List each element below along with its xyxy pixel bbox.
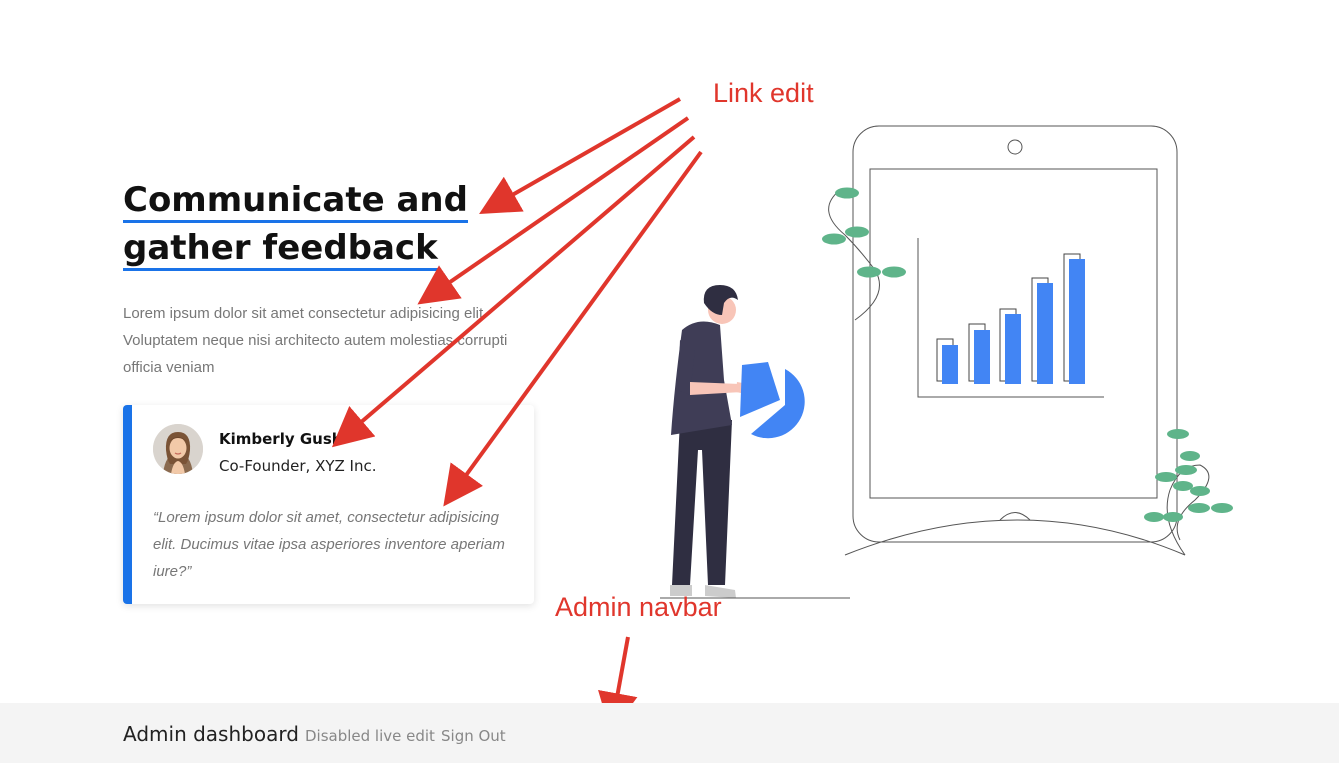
- avatar-photo-icon: [153, 424, 203, 474]
- testimonial-role: Co-Founder, XYZ Inc.: [219, 457, 377, 475]
- hero-lead-text[interactable]: Lorem ipsum dolor sit amet consectetur a…: [123, 300, 523, 381]
- testimonial-name[interactable]: Kimberly Gush: [219, 430, 342, 448]
- annotation-label-admin-navbar: Admin navbar: [555, 592, 722, 622]
- admin-navbar: Admin dashboard Disabled live edit Sign …: [0, 703, 1339, 763]
- pie-chart-icon: [740, 362, 805, 439]
- hero-illustration: [660, 125, 1233, 599]
- hero-title-line-2[interactable]: gather feedback: [123, 228, 438, 271]
- annotation-label-link-edit: Link edit: [713, 78, 814, 108]
- live-edit-toggle[interactable]: Disabled live edit: [305, 727, 435, 745]
- avatar: [153, 424, 203, 474]
- testimonial-quote[interactable]: “Lorem ipsum dolor sit amet, consectetur…: [153, 504, 523, 585]
- testimonial-card: Kimberly Gush Co-Founder, XYZ Inc. “Lore…: [123, 405, 534, 604]
- hero-title[interactable]: Communicate and gather feedback: [123, 176, 543, 272]
- sign-out-link[interactable]: Sign Out: [441, 727, 506, 745]
- person-icon: [670, 285, 748, 598]
- hero-title-line-1[interactable]: Communicate and: [123, 180, 468, 223]
- admin-dashboard-link[interactable]: Admin dashboard: [123, 722, 299, 746]
